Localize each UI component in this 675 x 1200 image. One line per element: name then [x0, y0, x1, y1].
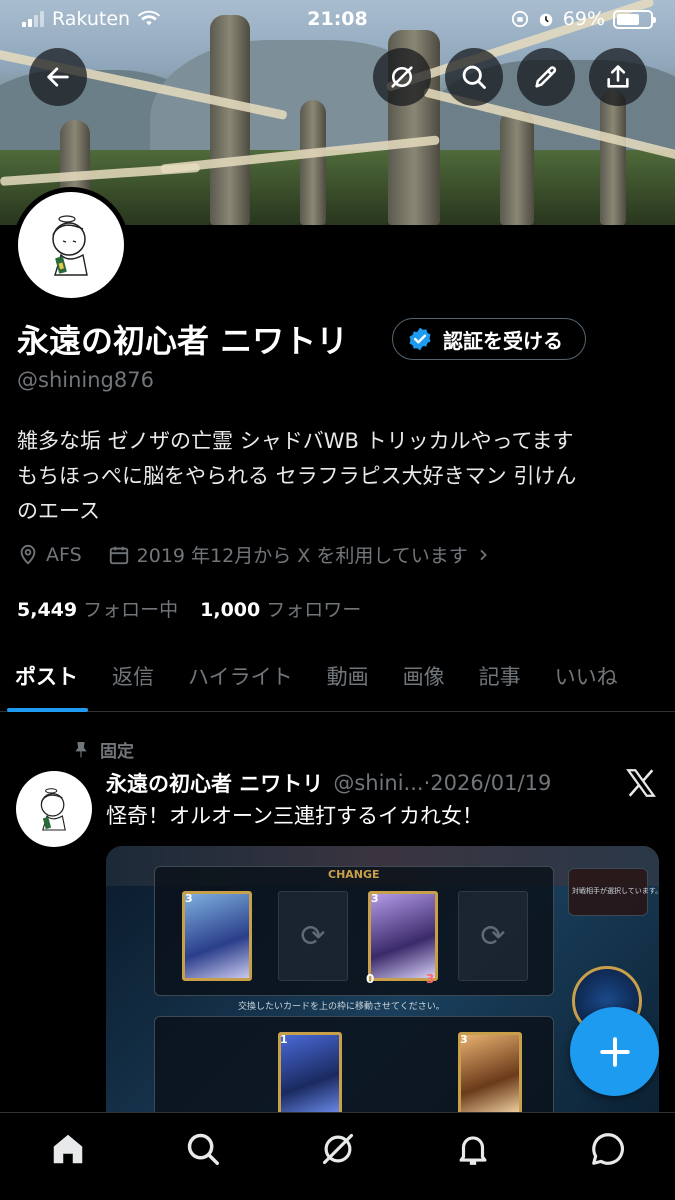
signal-icon	[22, 11, 44, 27]
empty-card-slot: ⟳	[458, 891, 528, 981]
location-icon	[20, 544, 36, 565]
nav-messages[interactable]	[578, 1119, 638, 1179]
joined-text: 2019 年12月から X を利用しています	[136, 545, 468, 567]
bottom-navigation	[0, 1112, 675, 1200]
mulligan-instruction: 交換したいカードを上の枠に移動させてください。	[238, 1002, 445, 1012]
get-verified-button[interactable]: 認証を受ける	[392, 318, 586, 360]
empty-card-slot: ⟳	[278, 891, 348, 981]
edit-icon	[535, 66, 557, 88]
back-button[interactable]	[29, 48, 87, 106]
messages-icon	[591, 1132, 624, 1165]
post-author-avatar[interactable]	[16, 771, 92, 847]
status-bar: Rakuten 21:08 69%	[0, 0, 675, 38]
card-cost: 3	[185, 892, 193, 905]
battery-icon	[613, 9, 656, 29]
card-cost: 3	[371, 892, 379, 905]
search-button[interactable]	[445, 48, 503, 106]
card-cost: 3	[460, 1033, 468, 1046]
followers-link[interactable]: 1,000 フォロワー	[200, 595, 361, 622]
alarm-icon	[539, 13, 553, 27]
bio-line: のエース	[17, 499, 100, 523]
battery-percent: 69%	[562, 8, 605, 30]
share-icon	[607, 65, 629, 88]
post-author-handle[interactable]: @shini...	[333, 771, 423, 795]
pinned-label: 固定	[100, 742, 134, 762]
x-logo-icon[interactable]	[624, 766, 658, 800]
avatar-drawing-icon	[52, 215, 88, 276]
post-text: 怪奇！オルオーン三連打するイカれ女！	[106, 804, 483, 828]
chevron-right-icon	[480, 549, 487, 560]
followers-label: フォロワー	[266, 599, 362, 621]
profile-handle: @shining876	[17, 368, 154, 392]
calendar-icon	[109, 546, 128, 564]
grok-icon	[322, 1133, 353, 1164]
profile-avatar[interactable]	[13, 187, 129, 303]
get-verified-label: 認証を受ける	[443, 328, 563, 353]
opponent-note: 対戦相手が選択しています。	[572, 887, 659, 895]
carrier-label: Rakuten	[52, 8, 131, 30]
profile-meta: AFS 2019 年12月から X を利用しています	[17, 541, 511, 568]
bio-line: もちほっぺに脳をやられる セラフラピス大好きマン 引けん	[17, 464, 577, 488]
following-label: フォロー中	[83, 599, 179, 621]
grok-icon	[391, 66, 413, 88]
change-label: CHANGE	[328, 868, 380, 881]
tab-articles[interactable]: 記事	[462, 640, 538, 712]
card-cost: 1	[280, 1033, 288, 1046]
grok-button[interactable]	[373, 48, 431, 106]
profile-bio: 雑多な垢 ゼノザの亡霊 シャドバWB トリッカルやってます もちほっぺに脳をやら…	[17, 424, 662, 529]
followers-count: 1,000	[200, 599, 261, 621]
notifications-icon	[459, 1135, 486, 1165]
arrow-left-icon	[47, 67, 69, 87]
following-count: 5,449	[17, 599, 78, 621]
share-button[interactable]	[589, 48, 647, 106]
nav-search[interactable]	[173, 1119, 233, 1179]
compose-post-button[interactable]	[570, 1007, 659, 1096]
display-name: 永遠の初心者 ニワトリ	[17, 322, 349, 360]
location-text: AFS	[46, 543, 82, 566]
card-attack: 0	[366, 972, 375, 986]
joined-date-link[interactable]: 2019 年12月から X を利用しています	[108, 541, 491, 568]
edit-button[interactable]	[517, 48, 575, 106]
post-author-name[interactable]: 永遠の初心者 ニワトリ	[106, 768, 323, 798]
profile-tabs: ポスト 返信 ハイライト 動画 画像 記事 いいね	[0, 640, 675, 712]
verified-badge-icon	[409, 327, 431, 351]
tab-posts[interactable]: ポスト	[0, 640, 95, 712]
card-life: 3	[426, 972, 435, 986]
avatar-drawing-icon	[40, 788, 66, 831]
search-icon	[462, 65, 486, 89]
profile-name-row: 永遠の初心者 ニワトリ	[17, 316, 348, 362]
post-date[interactable]: 2026/01/19	[430, 771, 551, 795]
tab-videos[interactable]: 動画	[310, 640, 386, 712]
nav-home[interactable]	[38, 1119, 98, 1179]
following-link[interactable]: 5,449 フォロー中	[17, 595, 178, 622]
nav-grok[interactable]	[308, 1119, 368, 1179]
post-separator: ·	[423, 771, 431, 795]
post-header: 永遠の初心者 ニワトリ @shini... · 2026/01/19	[106, 768, 551, 798]
nav-notifications[interactable]	[443, 1119, 503, 1179]
plus-icon	[599, 1036, 630, 1067]
bio-line: 雑多な垢 ゼノザの亡霊 シャドバWB トリッカルやってます	[17, 429, 574, 453]
tab-images[interactable]: 画像	[386, 640, 462, 712]
follow-counts: 5,449 フォロー中 1,000 フォロワー	[17, 595, 361, 622]
orientation-lock-icon	[511, 10, 528, 28]
pinned-indicator: 固定	[72, 737, 134, 762]
tab-highlights[interactable]: ハイライト	[171, 640, 310, 712]
wifi-icon	[138, 10, 161, 26]
search-icon	[187, 1133, 219, 1165]
tab-replies[interactable]: 返信	[95, 640, 171, 712]
tab-likes[interactable]: いいね	[538, 640, 635, 712]
pin-icon	[75, 741, 87, 757]
home-icon	[53, 1134, 82, 1163]
